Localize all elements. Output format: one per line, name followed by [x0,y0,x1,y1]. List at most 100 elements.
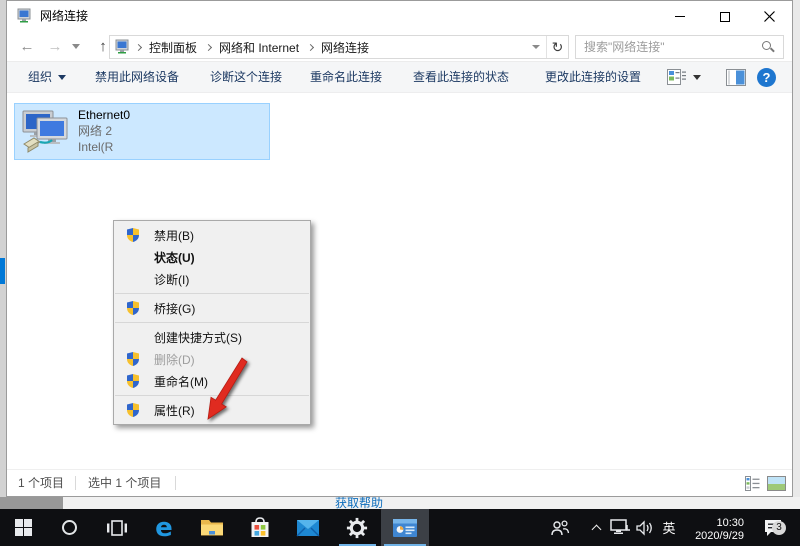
mail-button[interactable] [284,509,332,546]
ethernet-adapter-icon [20,108,74,158]
change-view-button[interactable] [667,69,686,86]
window-title: 网络连接 [40,1,88,32]
menu-label: 删除(D) [154,351,195,368]
windows-logo-icon [15,519,32,536]
selected-count: 选中 1 个项目 [88,470,161,496]
uac-shield-icon [123,351,143,367]
settings-gear-icon [346,517,368,539]
get-help-link[interactable]: 获取帮助 [335,497,383,509]
chevron-up-icon [591,524,601,534]
volume-tray-button[interactable] [633,509,657,546]
menu-item-bridge[interactable]: 桥接(G) [114,297,310,319]
close-button[interactable] [747,1,792,32]
minimize-icon [675,16,685,17]
help-icon: ? [763,70,771,85]
menu-icon-spacer [123,271,143,287]
menu-item-disable[interactable]: 禁用(B) [114,224,310,246]
status-divider [75,476,76,490]
network-connections-taskbar-button[interactable] [381,509,429,546]
back-icon: ← [20,38,35,55]
menu-item-create-shortcut[interactable]: 创建快捷方式(S) [114,326,310,348]
view-status-button[interactable]: 查看此连接的状态 [413,62,509,92]
connection-item-ethernet0[interactable]: Ethernet0 网络 2 Intel(R [14,103,270,160]
menu-label: 禁用(B) [154,227,194,244]
cortana-icon [62,520,77,535]
change-settings-button[interactable]: 更改此连接的设置 [545,62,641,92]
items-count: 1 个项目 [18,470,64,496]
search-input[interactable] [578,37,758,57]
uac-shield-icon [123,402,143,418]
show-hidden-icons-button[interactable] [586,509,606,546]
connection-name: Ethernet0 [78,107,130,123]
maximize-button[interactable] [702,1,747,32]
menu-icon-spacer [123,329,143,345]
menu-label: 桥接(G) [154,300,195,317]
breadcrumb-chevron-icon [201,36,215,58]
organize-button[interactable]: 组织 [28,62,66,92]
edge-icon: e [155,515,173,541]
settings-button[interactable] [332,509,381,546]
people-icon [550,520,570,536]
title-bar[interactable]: 网络连接 [7,1,792,32]
items-view[interactable]: Ethernet0 网络 2 Intel(R 禁用(B) 状态(U) 诊断(I) [7,93,792,469]
connection-network: 网络 2 [78,123,130,139]
large-icons-view-toggle[interactable] [767,476,786,491]
address-dropdown-button[interactable] [526,36,546,58]
close-icon [764,11,775,22]
background-window-strip: 获取帮助 [0,497,800,509]
connection-text: Ethernet0 网络 2 Intel(R [78,107,130,155]
diagnose-connection-button[interactable]: 诊断这个连接 [210,62,282,92]
search-icon[interactable] [762,41,775,54]
breadcrumb-chevron-icon [303,36,317,58]
task-view-button[interactable] [93,509,140,546]
menu-item-status[interactable]: 状态(U) [114,246,310,268]
help-button[interactable]: ? [757,68,776,87]
maximize-icon [720,12,730,22]
time-text: 10:30 [716,517,744,530]
menu-label: 状态(U) [154,249,195,266]
ime-language-button[interactable]: 英 [658,509,680,546]
network-connections-app-icon [392,518,418,538]
people-button[interactable] [548,509,572,546]
chevron-down-icon [72,44,80,49]
back-button[interactable]: ← [15,32,39,61]
menu-label: 创建快捷方式(S) [154,329,242,346]
speaker-icon [636,520,654,536]
status-divider [175,476,176,490]
cortana-button[interactable] [46,509,93,546]
breadcrumb-network-internet[interactable]: 网络和 Internet [215,39,303,56]
preview-pane-button[interactable] [726,69,746,86]
chevron-down-icon [532,45,540,49]
breadcrumb-chevron-icon [131,36,145,58]
background-accent-bar [0,258,5,284]
clock[interactable]: 10:30 2020/9/29 [680,509,744,546]
network-connections-window: 网络连接 ← → ↑ 控制面板 网络和 Internet 网络连接 [6,0,793,497]
breadcrumb-control-panel[interactable]: 控制面板 [145,39,201,56]
edge-button[interactable]: e [140,509,188,546]
minimize-button[interactable] [657,1,702,32]
annotation-arrow [195,348,255,428]
start-button[interactable] [0,509,46,546]
uac-shield-icon [123,227,143,243]
network-tray-button[interactable] [608,509,632,546]
menu-separator [115,322,309,323]
rename-connection-button[interactable]: 重命名此连接 [310,62,382,92]
file-explorer-button[interactable] [188,509,236,546]
forward-icon: → [48,38,63,55]
menu-item-diagnose[interactable]: 诊断(I) [114,268,310,290]
view-dropdown-icon[interactable] [693,75,701,80]
refresh-button[interactable]: ↻ [546,36,568,58]
notification-badge: 3 [772,521,786,535]
disable-device-button[interactable]: 禁用此网络设备 [95,62,179,92]
details-view-toggle[interactable] [745,476,760,491]
command-bar: 组织 禁用此网络设备 诊断这个连接 重命名此连接 查看此连接的状态 更改此连接的… [7,62,792,93]
forward-button[interactable]: → [43,32,67,61]
recent-locations-button[interactable] [69,32,83,61]
breadcrumb-network-connections[interactable]: 网络连接 [317,39,373,56]
store-icon [250,517,270,539]
file-explorer-icon [200,518,224,537]
up-icon: ↑ [99,38,107,55]
address-bar[interactable]: 控制面板 网络和 Internet 网络连接 ↻ [109,35,569,59]
navigation-bar: ← → ↑ 控制面板 网络和 Internet 网络连接 ↻ [7,32,792,62]
store-button[interactable] [236,509,284,546]
